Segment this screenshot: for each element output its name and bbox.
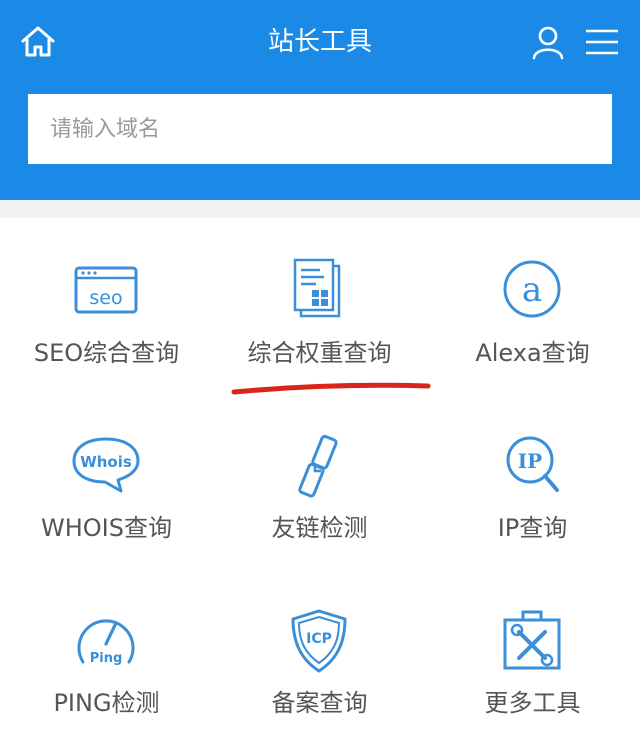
domain-search-input[interactable] bbox=[28, 94, 612, 164]
whois-icon: Whois bbox=[72, 437, 140, 493]
tool-label: 更多工具 bbox=[484, 689, 581, 717]
ip-icon: IP bbox=[506, 436, 559, 492]
section-divider bbox=[0, 200, 640, 218]
svg-text:seo: seo bbox=[89, 287, 122, 309]
ping-icon: Ping bbox=[77, 619, 135, 666]
tool-label: WHOIS查询 bbox=[41, 514, 172, 542]
tool-icp[interactable]: ICP 备案查询 bbox=[213, 568, 426, 744]
tool-weight[interactable]: 综合权重查询 bbox=[213, 218, 426, 394]
menu-button[interactable] bbox=[582, 22, 622, 62]
svg-text:a: a bbox=[522, 270, 542, 310]
home-button[interactable] bbox=[18, 22, 58, 62]
home-icon bbox=[21, 26, 55, 57]
svg-text:Whois: Whois bbox=[80, 453, 132, 471]
link-icon bbox=[298, 434, 338, 498]
svg-text:ICP: ICP bbox=[306, 631, 332, 647]
tool-seo[interactable]: seo SEO综合查询 bbox=[0, 218, 213, 394]
tool-label: PING检测 bbox=[53, 689, 160, 717]
weight-icon bbox=[293, 258, 341, 318]
tool-label: 备案查询 bbox=[271, 689, 368, 717]
seo-icon: seo bbox=[74, 266, 138, 314]
tool-label: Alexa查询 bbox=[475, 339, 590, 367]
menu-icon bbox=[586, 29, 618, 55]
alexa-icon: a bbox=[503, 260, 561, 318]
icp-icon: ICP bbox=[291, 609, 347, 673]
tool-label: 友链检测 bbox=[271, 514, 368, 542]
tool-alexa[interactable]: a Alexa查询 bbox=[426, 218, 639, 394]
user-button[interactable] bbox=[528, 22, 568, 62]
tool-more[interactable]: 更多工具 bbox=[426, 568, 639, 744]
toolbox-icon bbox=[503, 610, 561, 670]
tool-ping[interactable]: Ping PING检测 bbox=[0, 568, 213, 744]
tool-ip[interactable]: IP IP查询 bbox=[426, 393, 639, 569]
tool-label: 综合权重查询 bbox=[247, 339, 392, 367]
svg-text:IP: IP bbox=[518, 449, 542, 473]
top-bar: 站长工具 bbox=[0, 0, 640, 200]
tool-label: SEO综合查询 bbox=[33, 339, 180, 367]
tool-friendlink[interactable]: 友链检测 bbox=[213, 393, 426, 569]
tool-label: IP查询 bbox=[497, 514, 568, 542]
svg-text:Ping: Ping bbox=[90, 651, 123, 666]
tool-whois[interactable]: Whois WHOIS查询 bbox=[0, 393, 213, 569]
user-icon bbox=[532, 26, 564, 60]
